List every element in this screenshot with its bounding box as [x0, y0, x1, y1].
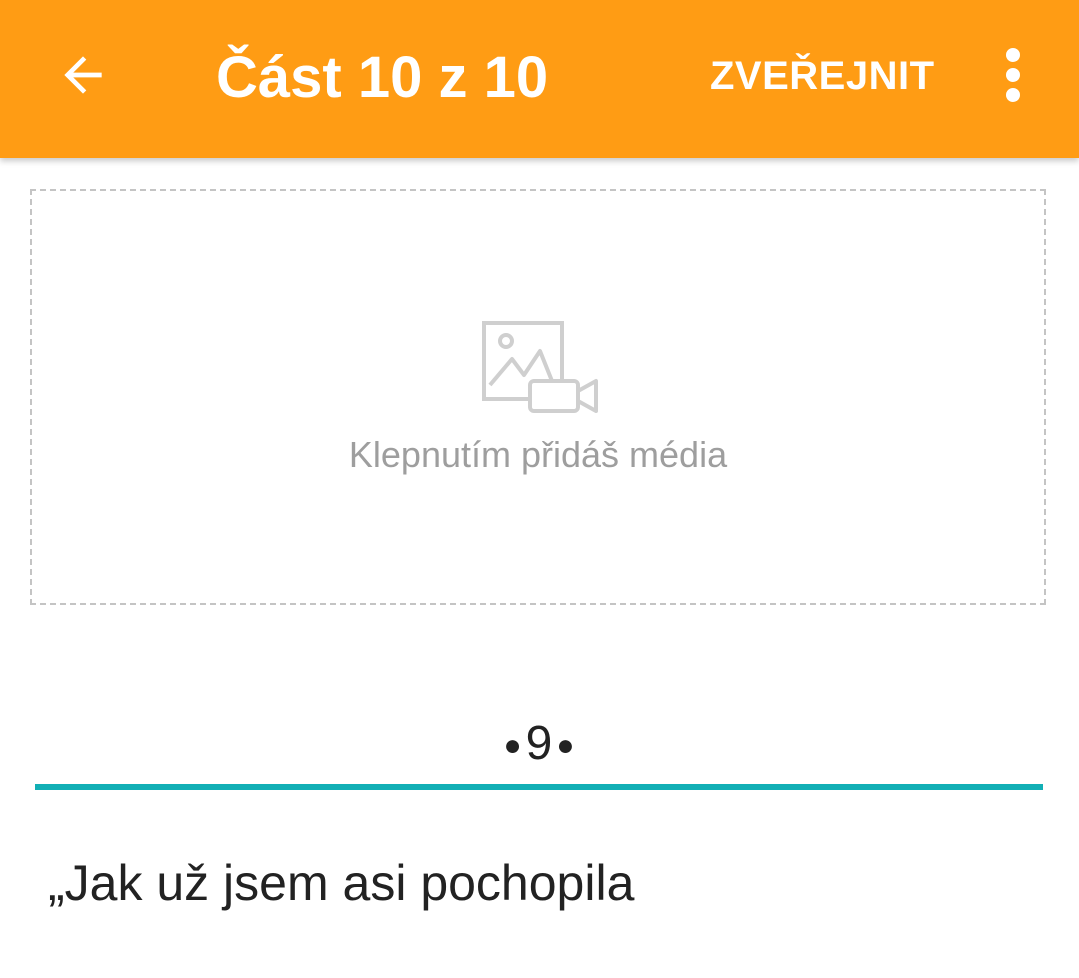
story-part-editor: Část 10 z 10 ZVEŘEJNIT Klepnutím přidáš … [0, 0, 1079, 978]
chapter-divider [35, 784, 1043, 790]
add-media-area[interactable]: Klepnutím přidáš média [30, 189, 1046, 605]
more-vertical-icon [1006, 48, 1020, 102]
image-video-icon [482, 321, 598, 413]
arrow-left-icon [64, 56, 102, 94]
publish-button[interactable]: ZVEŘEJNIT [700, 40, 945, 112]
app-bar: Část 10 z 10 ZVEŘEJNIT [0, 0, 1079, 158]
chapter-number-value: 9 [525, 717, 553, 770]
chapter-number: ●9 ● [35, 712, 1043, 778]
story-text-editor[interactable]: „Jak už jsem asi pochopila [48, 852, 1038, 914]
back-button[interactable] [38, 30, 128, 120]
overflow-menu-button[interactable] [982, 34, 1044, 116]
bullet-right-icon: ● [556, 729, 575, 763]
add-media-label: Klepnutím přidáš média [348, 434, 728, 475]
bullet-left-icon: ● [503, 729, 522, 763]
page-title: Část 10 z 10 [216, 45, 549, 110]
